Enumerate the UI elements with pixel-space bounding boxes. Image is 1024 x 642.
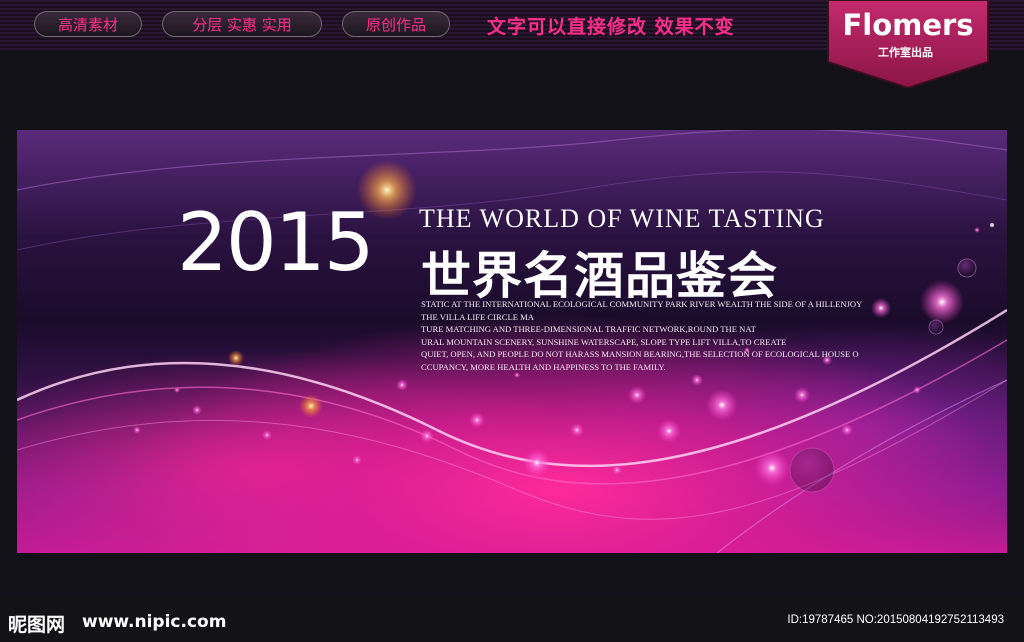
english-title: THE WORLD OF WINE TASTING [419,204,825,233]
image-id: ID:19787465 NO:20150804192752113493 [787,614,1004,626]
site-url[interactable]: www.nipic.com [82,612,226,632]
tag-layered: 分层 实惠 实用 [162,11,322,37]
body-line: QUIET, OPEN, AND PEOPLE DO NOT HARASS MA… [421,349,859,359]
body-line: URAL MOUNTAIN SCENERY, SUNSHINE WATERSCA… [421,336,787,347]
page: 高清素材 分层 实惠 实用 原创作品 文字可以直接修改 效果不变 Flomers… [0,0,1024,642]
event-year: 2015 [177,196,375,289]
body-line: STATIC AT THE INTERNATIONAL ECOLOGICAL C… [421,299,863,309]
body-text: STATIC AT THE INTERNATIONAL ECOLOGICAL C… [421,298,921,373]
brand-name: Flomers [842,8,974,42]
body-line: CCUPANCY, MORE HEALTH AND HAPPINESS TO T… [421,361,666,372]
tag-original: 原创作品 [342,11,450,37]
brand-badge: Flomers 工作室出品 [826,0,990,88]
body-line: THE VILLA LIFE CIRCLE MA [421,311,534,322]
banner: 2015 THE WORLD OF WINE TASTING 世界名酒品鉴会 S… [17,130,1007,553]
slogan: 文字可以直接修改 效果不变 [487,16,735,38]
tag-hd-material: 高清素材 [34,11,142,37]
body-line: TURE MATCHING AND THREE-DIMENSIONAL TRAF… [421,324,756,334]
site-logo: 昵图网 [8,614,66,636]
brand-subtitle: 工作室出品 [878,46,933,59]
